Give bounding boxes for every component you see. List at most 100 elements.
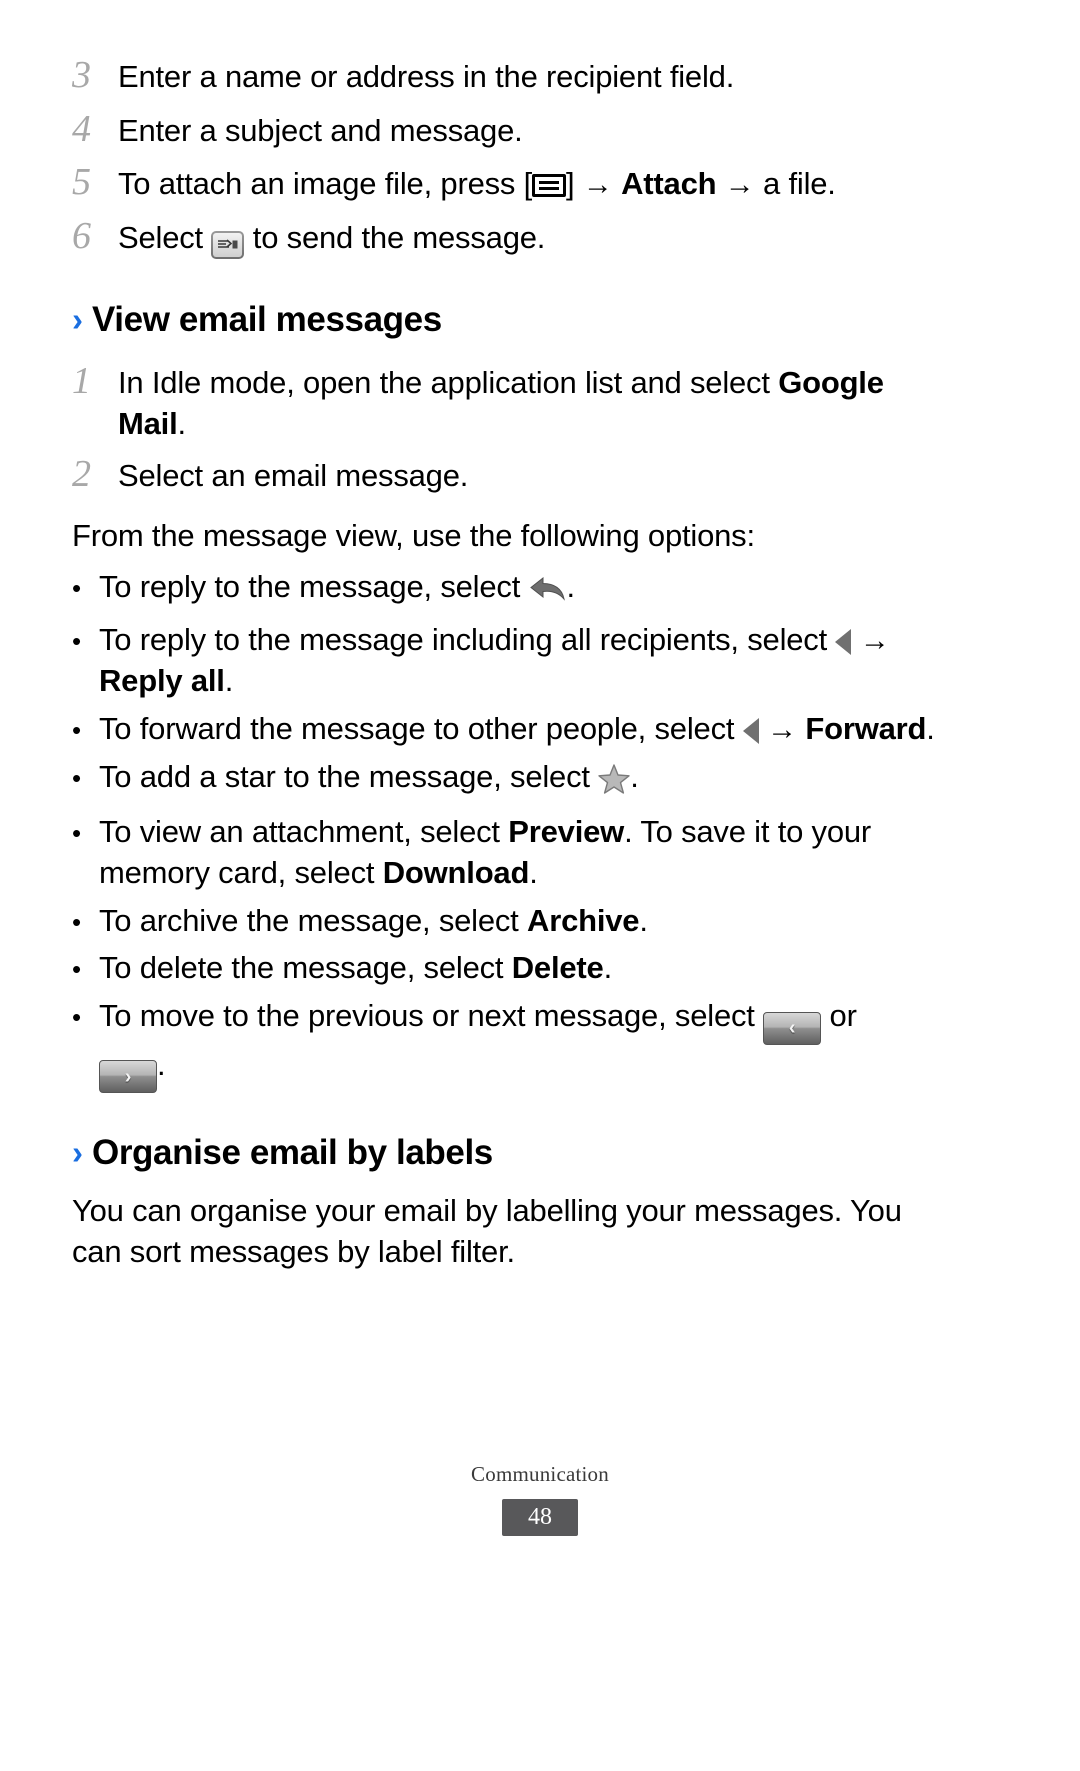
list-item: • To forward the message to other people… xyxy=(72,709,952,750)
step-text-pre: To attach an image file, press [ xyxy=(118,166,533,201)
step-text: Enter a subject and message. xyxy=(118,112,523,148)
step-number: 4 xyxy=(72,107,91,150)
step-text-mid: ] xyxy=(566,166,583,201)
list-item-pre: To add a star to the message, select xyxy=(99,758,599,794)
list-item: • To reply to the message, select . xyxy=(72,567,952,613)
send-icon-svg xyxy=(217,238,238,248)
step-text: In Idle mode, open the application list … xyxy=(118,363,952,445)
bullet-icon: • xyxy=(72,817,82,848)
list-item-pre: To archive the message, select xyxy=(99,902,528,938)
list-item: • To move to the previous or next messag… xyxy=(72,996,952,1094)
options-intro-text: From the message view, use the following… xyxy=(72,518,755,554)
step-item: 4 Enter a subject and message. xyxy=(72,106,952,154)
page-number-badge: 48 xyxy=(502,1499,578,1536)
list-item-text: To forward the message to other people, … xyxy=(99,709,952,750)
reply-arrow-icon xyxy=(529,572,567,613)
bullet-icon: • xyxy=(72,762,82,793)
list-item-text: To archive the message, select Archive. xyxy=(99,901,952,942)
step-number: 5 xyxy=(72,161,91,203)
list-item-bold-term: Preview xyxy=(508,813,625,849)
arrow-icon: → xyxy=(767,712,797,746)
list-item-post: . xyxy=(566,569,576,605)
send-icon xyxy=(211,231,245,259)
previous-message-button[interactable]: ‹ xyxy=(763,1011,822,1045)
list-item-post: . xyxy=(630,758,639,794)
list-item-bold-term: Reply all xyxy=(99,663,225,699)
bullet-icon: • xyxy=(72,626,82,657)
list-item-post: . xyxy=(603,950,613,986)
page-content: 3 Enter a name or address in the recipie… xyxy=(72,52,952,1283)
star-svg xyxy=(598,764,630,794)
step-item: 6 Select to send the message. xyxy=(72,213,952,261)
list-item-post: . xyxy=(157,1046,166,1082)
list-item-pre: To forward the message to other people, … xyxy=(99,710,743,746)
list-item-pre: To move to the previous or next message,… xyxy=(99,998,764,1034)
list-item-pre: To view an attachment, select xyxy=(99,813,509,849)
bullet-icon: • xyxy=(72,906,82,937)
list-item-text: To view an attachment, select Preview. T… xyxy=(99,812,952,894)
list-item-text: To move to the previous or next message,… xyxy=(99,996,952,1094)
chevron-left-icon: ‹ xyxy=(788,1017,796,1040)
step-text: Select an email message. xyxy=(118,457,469,493)
list-item-text: To add a star to the message, select . xyxy=(99,757,952,805)
section-heading-text: Organise email by labels xyxy=(92,1133,493,1173)
bullet-icon: • xyxy=(72,954,82,985)
page-footer: Communication 48 xyxy=(0,1462,1080,1536)
step-text-post: a file. xyxy=(754,166,836,201)
step-item: 1 In Idle mode, open the application lis… xyxy=(72,358,952,445)
bullet-icon: • xyxy=(72,573,82,604)
menu-key-icon xyxy=(532,174,567,197)
chevron-right-icon: › xyxy=(72,301,83,338)
step-bold-term: Attach xyxy=(621,166,717,201)
step-item: 2 Select an email message. xyxy=(72,451,952,499)
list-item-text: To reply to the message including all re… xyxy=(99,620,952,702)
step-text: To attach an image file, press [] → Atta… xyxy=(118,164,952,205)
section-body-text: You can organise your email by labelling… xyxy=(72,1193,902,1270)
star-icon xyxy=(598,764,630,805)
arrow-icon: → xyxy=(859,624,890,658)
footer-chapter-label: Communication xyxy=(471,1462,609,1486)
next-message-button[interactable]: › xyxy=(99,1060,157,1094)
step-text-post: . xyxy=(177,405,187,441)
step-number: 6 xyxy=(72,214,91,257)
list-item-post: . xyxy=(639,902,648,938)
list-item-post: . xyxy=(529,854,538,890)
chevron-right-icon: › xyxy=(72,1134,83,1172)
section-heading-organise-email: › Organise email by labels xyxy=(72,1133,952,1173)
list-item-pre: To reply to the message including all re… xyxy=(99,622,836,658)
list-item-bold-term: Delete xyxy=(511,950,604,986)
step-text-pre: Select xyxy=(118,219,212,255)
step-text: Select to send the message. xyxy=(118,218,952,259)
step-number: 3 xyxy=(72,54,91,96)
list-item-text: To reply to the message, select . xyxy=(99,567,952,613)
list-item: • To reply to the message including all … xyxy=(72,620,952,702)
step-text-post: to send the message. xyxy=(244,219,546,255)
list-item-bold-term-2: Download xyxy=(382,854,530,890)
list-item: • To view an attachment, select Preview.… xyxy=(72,812,952,894)
step-number: 1 xyxy=(72,360,91,402)
list-item-pre: To reply to the message, select xyxy=(99,569,529,605)
list-item-bold-term: Forward xyxy=(805,710,927,746)
send-icon-glyph xyxy=(213,233,243,257)
list-item-pre: To delete the message, select xyxy=(99,950,512,986)
list-item-post: . xyxy=(926,710,935,746)
triangle-left-icon xyxy=(742,717,759,744)
reply-arrow-svg xyxy=(529,577,565,601)
list-item: • To delete the message, select Delete. xyxy=(72,948,952,989)
step-text-pre: In Idle mode, open the application list … xyxy=(118,365,779,400)
chevron-right-icon: › xyxy=(124,1065,132,1088)
list-item: • To archive the message, select Archive… xyxy=(72,901,952,942)
list-item-mid: or xyxy=(821,998,857,1034)
arrow-icon: → xyxy=(724,168,755,201)
triangle-left-icon xyxy=(835,629,852,656)
arrow-icon: → xyxy=(582,168,613,201)
section-heading-view-email: › View email messages xyxy=(72,300,952,340)
bullet-icon: • xyxy=(72,714,82,745)
bullet-icon: • xyxy=(72,1002,82,1033)
manual-page: 3 Enter a name or address in the recipie… xyxy=(0,0,1080,1771)
list-item-post: . xyxy=(224,663,234,699)
list-item-text: To delete the message, select Delete. xyxy=(99,948,952,989)
step-number: 2 xyxy=(72,452,91,495)
list-item-bold-term: Archive xyxy=(527,902,640,938)
step-item: 3 Enter a name or address in the recipie… xyxy=(72,52,952,100)
